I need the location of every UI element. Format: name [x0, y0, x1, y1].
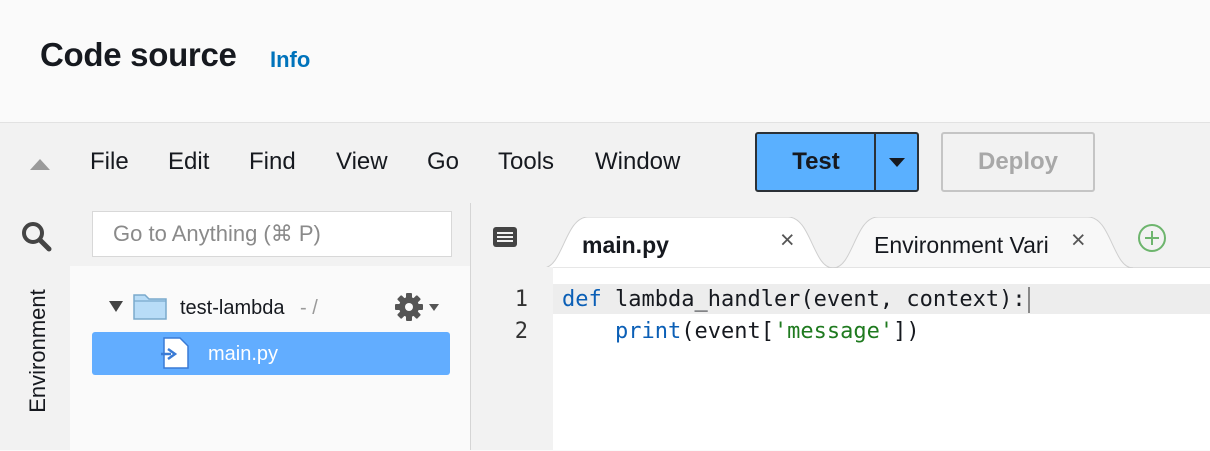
- code-string: 'message': [773, 319, 894, 344]
- go-to-anything-input[interactable]: [92, 211, 452, 257]
- code-text: ]): [893, 319, 920, 344]
- code-function-name: lambda_handler: [615, 287, 801, 312]
- tab-main-py[interactable]: main.py ×: [543, 217, 833, 268]
- menu-tools[interactable]: Tools: [498, 148, 554, 176]
- folder-icon: [133, 294, 167, 320]
- menu-view[interactable]: View: [336, 148, 388, 176]
- tab-environment-variables-close-icon[interactable]: ×: [1071, 228, 1086, 253]
- code-keyword: def: [562, 287, 602, 312]
- deploy-button[interactable]: Deploy: [941, 132, 1095, 192]
- text-cursor: [1027, 287, 1030, 313]
- collapse-up-icon[interactable]: [30, 159, 50, 170]
- folder-name[interactable]: test-lambda: [180, 297, 285, 320]
- code-line: def lambda_handler(event, context):: [562, 287, 1030, 313]
- code-area[interactable]: def lambda_handler(event, context): prin…: [562, 267, 1202, 450]
- line-number: 2: [514, 319, 528, 344]
- info-link[interactable]: Info: [270, 47, 310, 73]
- add-tab-icon[interactable]: [1137, 223, 1167, 253]
- test-button-group: Test: [755, 132, 919, 192]
- line-number: 1: [514, 287, 528, 312]
- search-icon[interactable]: [20, 220, 52, 252]
- folder-expand-toggle-icon[interactable]: [109, 301, 123, 312]
- ide-menubar: File Edit Find View Go Tools Window Test…: [0, 122, 1210, 204]
- search-row: [0, 203, 470, 266]
- menu-edit[interactable]: Edit: [168, 148, 209, 176]
- menu-file[interactable]: File: [90, 148, 129, 176]
- python-file-icon: [161, 337, 189, 369]
- editor-tabbar: main.py × Environment Vari ×: [471, 203, 1210, 268]
- folder-path: - /: [300, 297, 318, 319]
- code-text: (event, context):: [800, 287, 1026, 312]
- menu-window[interactable]: Window: [595, 148, 680, 176]
- tab-environment-variables-label: Environment Vari: [874, 232, 1049, 258]
- gear-icon[interactable]: [394, 292, 424, 322]
- menu-go[interactable]: Go: [427, 148, 459, 176]
- tab-main-py-label: main.py: [582, 232, 669, 258]
- gear-dropdown-caret-icon[interactable]: [429, 304, 439, 311]
- code-editor: main.py × Environment Vari × 1 2 def lam…: [471, 203, 1210, 450]
- line-number-gutter: 1 2: [471, 267, 553, 450]
- file-name: main.py: [208, 343, 279, 365]
- environment-side-tab[interactable]: Environment: [0, 266, 70, 450]
- menu-find[interactable]: Find: [249, 148, 296, 176]
- page-header: Code source Info: [0, 0, 1210, 122]
- test-dropdown-caret-icon[interactable]: [876, 134, 917, 190]
- page-title: Code source: [40, 36, 237, 73]
- code-line: print(event['message']): [562, 319, 920, 344]
- environment-panel: Environment test-lambda - / main.py: [0, 203, 471, 450]
- tab-environment-variables[interactable]: Environment Vari ×: [833, 217, 1133, 268]
- test-button[interactable]: Test: [757, 134, 875, 190]
- code-text: (event[: [681, 319, 774, 344]
- document-list-icon[interactable]: [491, 225, 519, 249]
- tab-main-py-close-icon[interactable]: ×: [780, 228, 795, 253]
- code-builtin: print: [614, 319, 682, 344]
- environment-tab-label: Environment: [25, 289, 50, 413]
- file-item-main-py[interactable]: main.py: [92, 332, 450, 375]
